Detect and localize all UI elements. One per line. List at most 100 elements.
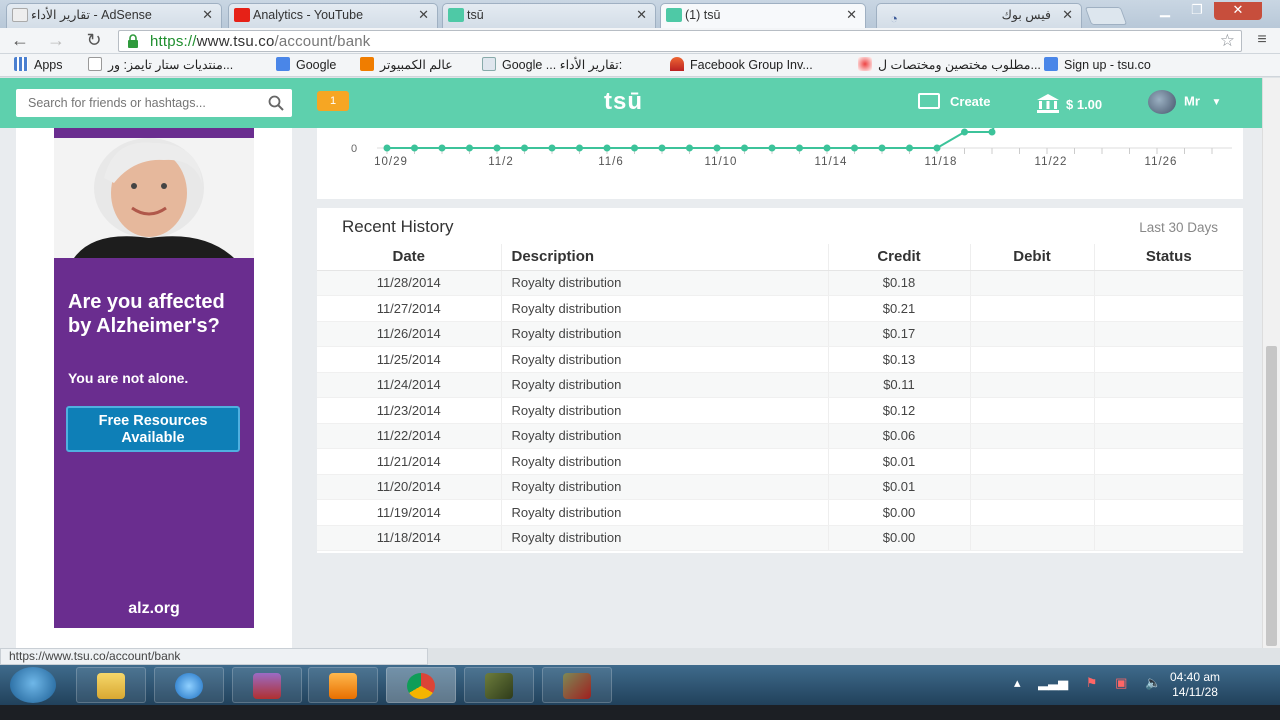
row-description: Royalty distribution xyxy=(500,448,828,475)
action-center-icon[interactable]: ⚑ xyxy=(1086,675,1098,690)
taskbar-clock[interactable]: 04:40 am 14/11/28 xyxy=(1170,670,1220,700)
restore-icon[interactable]: ❐ xyxy=(1182,2,1212,20)
row-credit: $0.01 xyxy=(827,474,970,500)
back-arrow-icon[interactable]: ← xyxy=(8,30,32,52)
folder-icon xyxy=(97,673,125,699)
archive-icon xyxy=(253,673,281,699)
x-tick-label: 11/22 xyxy=(1035,156,1068,168)
bookmark-facebook-group[interactable]: Facebook Group Inv... xyxy=(670,57,813,72)
row-date: 11/28/2014 xyxy=(317,270,501,296)
bookmark-tsu-signup[interactable]: Sign up - tsu.co xyxy=(1044,57,1151,72)
elderly-woman-image xyxy=(54,138,254,258)
col-description-header[interactable]: Description xyxy=(500,244,828,271)
reload-icon[interactable]: ↻ xyxy=(82,30,106,52)
show-hidden-icons-icon[interactable]: ▴ xyxy=(1014,675,1021,690)
bookmark-specialists[interactable]: مطلوب مختصين ومختصات ل... xyxy=(858,57,1041,72)
minimize-icon[interactable]: ▁ xyxy=(1150,2,1180,20)
search-input[interactable] xyxy=(16,89,256,117)
volume-icon[interactable]: 🔈 xyxy=(1145,675,1161,690)
tab-adsense[interactable]: تقارير الأداء - AdSense ✕ xyxy=(6,3,222,28)
tsu-logo[interactable]: tsū xyxy=(604,88,643,116)
taskbar-internet-explorer[interactable] xyxy=(154,667,224,703)
taskbar-media-player[interactable] xyxy=(308,667,378,703)
row-date: 11/20/2014 xyxy=(317,474,501,500)
forward-arrow-icon[interactable]: → xyxy=(44,30,68,52)
search-box xyxy=(16,89,292,117)
youtube-icon xyxy=(234,8,250,22)
row-status xyxy=(1093,474,1243,500)
browser-tabstrip: تقارير الأداء - AdSense ✕ Analytics - Yo… xyxy=(0,0,1280,28)
url-host: www.tsu.co xyxy=(196,33,275,50)
network-icon[interactable]: ▣ xyxy=(1115,675,1127,690)
row-status xyxy=(1093,525,1243,551)
taskbar-chrome[interactable] xyxy=(386,667,456,703)
date-range-filter[interactable]: Last 30 Days xyxy=(1139,220,1218,235)
address-bar[interactable]: https://www.tsu.co/account/bank ☆ xyxy=(118,30,1242,52)
data-point xyxy=(878,144,886,152)
table-row: 11/22/2014 Royalty distribution $0.06 xyxy=(317,423,1243,449)
taskbar-app-2[interactable] xyxy=(542,667,612,703)
menu-icon[interactable]: ≡ xyxy=(1250,30,1274,52)
row-debit xyxy=(969,448,1094,475)
close-icon[interactable]: ✕ xyxy=(202,4,213,26)
row-status xyxy=(1093,295,1243,322)
bookmark-star-icon[interactable]: ☆ xyxy=(1220,31,1235,51)
create-button[interactable]: Create xyxy=(918,93,990,109)
page-viewport: 1 tsū Create $ 1.00 Mr ▼ xyxy=(0,78,1262,648)
row-description: Royalty distribution xyxy=(500,346,828,373)
col-status-header[interactable]: Status xyxy=(1093,244,1243,271)
bookmark-google-reports[interactable]: Google ... تقارير الأداء: xyxy=(482,57,622,72)
table-row: 11/27/2014 Royalty distribution $0.21 xyxy=(317,295,1243,322)
clock-time: 04:40 am xyxy=(1170,670,1221,684)
signal-icon[interactable]: ▂▃▅ xyxy=(1038,675,1068,690)
row-credit: $0.21 xyxy=(827,295,970,322)
data-point xyxy=(823,144,831,152)
clock-date: 14/11/28 xyxy=(1172,685,1218,699)
tab-youtube-analytics[interactable]: Analytics - YouTube ✕ xyxy=(228,3,438,28)
tab-facebook[interactable]: ◔ فيس بوك ✕ xyxy=(876,3,1082,28)
taskbar-app-1[interactable] xyxy=(464,667,534,703)
data-point xyxy=(796,144,803,152)
bookmark-startimes[interactable]: منتديات ستار تايمز: ور... xyxy=(88,57,233,72)
page-scrollbar[interactable] xyxy=(1262,78,1280,648)
taskbar-winrar[interactable] xyxy=(232,667,302,703)
close-icon[interactable]: ✕ xyxy=(418,4,429,26)
data-point xyxy=(713,144,721,152)
close-icon[interactable]: ✕ xyxy=(846,4,857,26)
scrollbar-thumb[interactable] xyxy=(1266,346,1277,646)
new-tab-button[interactable] xyxy=(1084,7,1128,25)
close-icon[interactable]: ✕ xyxy=(1062,4,1073,26)
alzheimers-ad[interactable]: Are you affected by Alzheimer's? You are… xyxy=(54,128,254,628)
bookmark-apps[interactable]: Apps xyxy=(14,57,63,72)
y-tick-label: 0 xyxy=(351,143,357,155)
row-debit xyxy=(969,270,1094,296)
col-date-header[interactable]: Date xyxy=(317,244,501,271)
close-window-icon[interactable]: ✕ xyxy=(1214,2,1262,20)
history-table: Date Description Credit Debit Status 11/… xyxy=(317,244,1243,551)
close-icon[interactable]: ✕ xyxy=(636,4,647,26)
user-menu[interactable]: Mr ▼ xyxy=(1148,90,1221,114)
page-icon xyxy=(482,57,496,71)
windows-start-button[interactable] xyxy=(10,667,56,703)
screen-bottom-edge xyxy=(0,705,1280,720)
bookmarks-bar: Apps منتديات ستار تايمز: ور... Google عا… xyxy=(0,54,1280,77)
tsu-icon xyxy=(666,8,682,22)
google-icon xyxy=(1044,57,1058,71)
bookmark-computer-world[interactable]: عالم الكمبيوتر xyxy=(360,57,453,72)
bookmark-google[interactable]: Google xyxy=(276,57,336,72)
col-credit-header[interactable]: Credit xyxy=(827,244,970,271)
row-credit: $0.18 xyxy=(827,270,970,296)
notification-badge[interactable]: 1 xyxy=(317,91,349,111)
free-resources-button[interactable]: Free Resources Available xyxy=(66,406,240,452)
row-description: Royalty distribution xyxy=(500,321,828,347)
table-row: 11/24/2014 Royalty distribution $0.11 xyxy=(317,372,1243,398)
taskbar-explorer[interactable] xyxy=(76,667,146,703)
tab-tsu-active[interactable]: (1) tsū ✕ xyxy=(660,3,866,28)
tab-tsu[interactable]: tsū ✕ xyxy=(442,3,656,28)
search-icon[interactable] xyxy=(268,95,284,111)
col-debit-header[interactable]: Debit xyxy=(969,244,1094,271)
row-status xyxy=(1093,423,1243,449)
recorder-icon xyxy=(563,673,591,699)
table-row: 11/25/2014 Royalty distribution $0.13 xyxy=(317,346,1243,373)
balance-button[interactable]: $ 1.00 xyxy=(1036,93,1102,113)
